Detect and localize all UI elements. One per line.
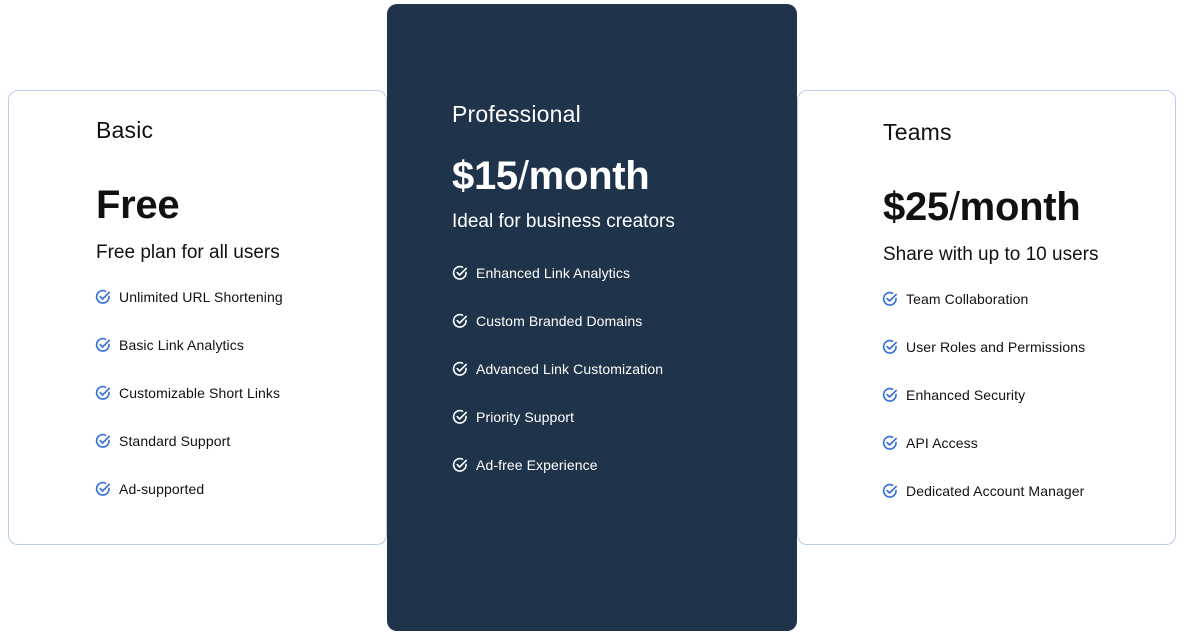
feature-item: Ad-supported	[95, 465, 283, 513]
pricing-section: Basic Free Free plan for all users Unlim…	[0, 0, 1184, 643]
feature-item: User Roles and Permissions	[882, 323, 1098, 371]
price-amount: Free	[96, 183, 180, 227]
feature-label: Unlimited URL Shortening	[119, 289, 283, 305]
plan-tagline: Ideal for business creators	[452, 211, 675, 232]
plan-content: Basic Free Free plan for all users Unlim…	[95, 116, 283, 513]
check-circle-icon	[452, 361, 468, 377]
plan-card-professional[interactable]: Professional $15/month Ideal for busines…	[387, 4, 797, 631]
feature-item: Custom Branded Domains	[452, 297, 675, 345]
feature-label: Team Collaboration	[906, 291, 1029, 307]
price-slash: /	[948, 185, 960, 229]
check-circle-icon	[882, 387, 898, 403]
feature-label: Advanced Link Customization	[476, 361, 664, 377]
check-circle-icon	[882, 339, 898, 355]
price-period: month	[528, 154, 650, 198]
feature-item: Basic Link Analytics	[95, 321, 283, 369]
check-circle-icon	[452, 409, 468, 425]
check-circle-icon	[95, 289, 111, 305]
feature-label: Standard Support	[119, 433, 231, 449]
check-circle-icon	[882, 435, 898, 451]
feature-label: Ad-free Experience	[476, 457, 598, 473]
feature-item: Unlimited URL Shortening	[95, 273, 283, 321]
feature-label: Custom Branded Domains	[476, 313, 643, 329]
plan-name: Teams	[883, 119, 952, 145]
check-circle-icon	[95, 337, 111, 353]
feature-item: Standard Support	[95, 417, 283, 465]
plan-price: Free	[96, 181, 283, 229]
feature-list: Team Collaboration User Roles and Permis…	[882, 275, 1098, 515]
feature-item: Dedicated Account Manager	[882, 467, 1098, 515]
plan-name: Professional	[452, 101, 581, 127]
check-circle-icon	[882, 291, 898, 307]
check-circle-icon	[452, 265, 468, 281]
feature-label: API Access	[906, 435, 978, 451]
feature-label: User Roles and Permissions	[906, 339, 1086, 355]
check-circle-icon	[95, 385, 111, 401]
feature-label: Basic Link Analytics	[119, 337, 244, 353]
feature-item: Enhanced Security	[882, 371, 1098, 419]
feature-item: Priority Support	[452, 393, 675, 441]
feature-item: Customizable Short Links	[95, 369, 283, 417]
plan-tagline: Free plan for all users	[96, 242, 280, 263]
feature-item: API Access	[882, 419, 1098, 467]
feature-item: Advanced Link Customization	[452, 345, 675, 393]
feature-list: Enhanced Link Analytics Custom Branded D…	[452, 249, 675, 489]
price-amount: $25	[883, 185, 949, 229]
plan-card-basic[interactable]: Basic Free Free plan for all users Unlim…	[8, 90, 387, 545]
feature-item: Ad-free Experience	[452, 441, 675, 489]
feature-label: Ad-supported	[119, 481, 205, 497]
price-slash: /	[517, 154, 529, 198]
feature-label: Priority Support	[476, 409, 575, 425]
feature-item: Team Collaboration	[882, 275, 1098, 323]
plan-content: Teams $25/month Share with up to 10 user…	[882, 118, 1099, 515]
price-amount: $15	[452, 154, 518, 198]
check-circle-icon	[95, 433, 111, 449]
feature-item: Enhanced Link Analytics	[452, 249, 675, 297]
feature-label: Enhanced Security	[906, 387, 1026, 403]
price-period: month	[959, 185, 1081, 229]
plan-price: $25/month	[883, 183, 1098, 231]
check-circle-icon	[452, 313, 468, 329]
plan-name: Basic	[96, 117, 154, 143]
feature-label: Customizable Short Links	[119, 385, 281, 401]
feature-list: Unlimited URL Shortening Basic Link Anal…	[95, 273, 283, 513]
check-circle-icon	[95, 481, 111, 497]
check-circle-icon	[882, 483, 898, 499]
check-circle-icon	[452, 457, 468, 473]
plan-tagline: Share with up to 10 users	[883, 244, 1099, 265]
feature-label: Dedicated Account Manager	[906, 483, 1085, 499]
plan-content: Professional $15/month Ideal for busines…	[452, 100, 675, 489]
plan-card-teams[interactable]: Teams $25/month Share with up to 10 user…	[797, 90, 1176, 545]
feature-label: Enhanced Link Analytics	[476, 265, 631, 281]
plan-price: $15/month	[452, 152, 675, 200]
